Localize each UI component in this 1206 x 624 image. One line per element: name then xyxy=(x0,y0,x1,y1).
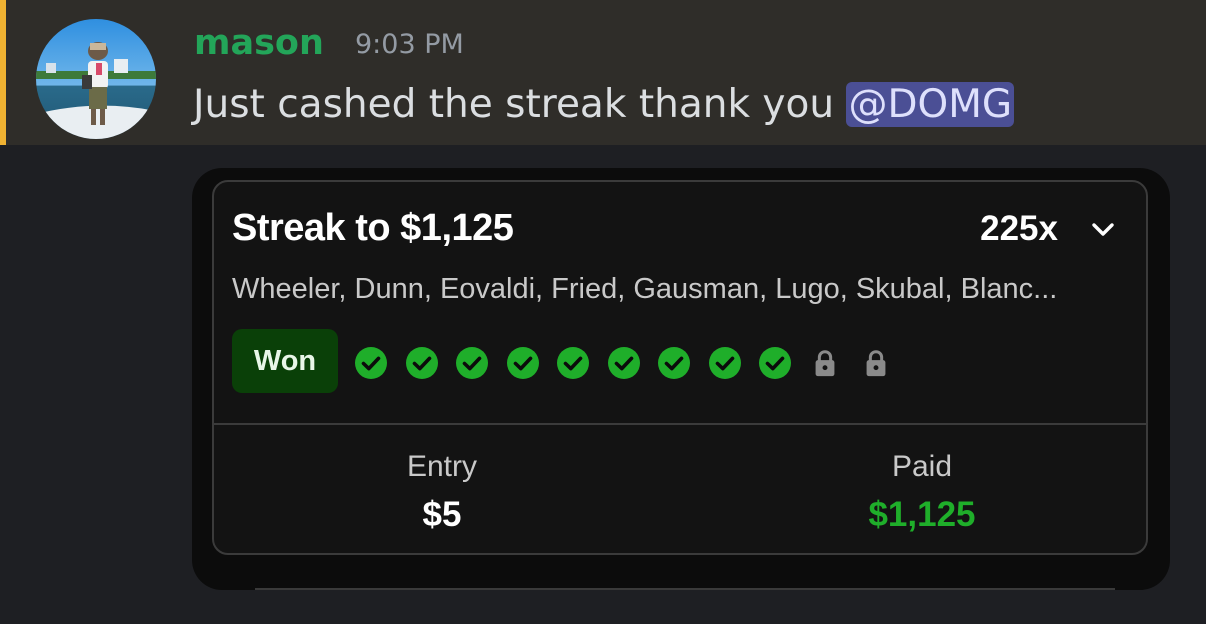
entry-value: $5 xyxy=(422,495,462,534)
leg-8-won xyxy=(708,346,742,380)
lock-icon xyxy=(866,350,885,377)
leg-5-won xyxy=(556,346,590,380)
card-divider xyxy=(214,423,1146,425)
check-circle-icon xyxy=(708,347,741,379)
check-circle-icon xyxy=(506,347,539,379)
timestamp: 9:03 PM xyxy=(355,29,464,60)
user-mention[interactable]: @DOMG xyxy=(846,82,1015,127)
chevron-down-icon[interactable] xyxy=(1090,218,1116,240)
leg-7-won xyxy=(657,346,691,380)
leg-4-won xyxy=(506,346,540,380)
embed-bottom-divider xyxy=(255,588,1115,590)
check-circle-icon xyxy=(759,347,791,379)
chat-message: mason 9:03 PM Just cashed the streak tha… xyxy=(0,0,1206,145)
mention-highlight-bar xyxy=(0,0,6,145)
check-circle-icon xyxy=(557,347,589,379)
check-circle-icon xyxy=(658,347,690,379)
leg-2-won xyxy=(405,346,439,380)
leg-11-locked xyxy=(860,346,892,380)
lock-icon xyxy=(815,350,834,377)
username[interactable]: mason xyxy=(194,22,324,64)
message-body: Just cashed the streak thank you xyxy=(193,82,847,127)
entry-label: Entry xyxy=(406,450,478,483)
leg-6-won xyxy=(607,346,641,380)
check-circle-icon xyxy=(607,347,640,379)
check-circle-icon xyxy=(355,347,387,379)
check-circle-icon xyxy=(456,347,488,379)
multiplier: 225x xyxy=(980,209,1058,248)
avatar[interactable] xyxy=(36,19,156,139)
avatar-photo-icon xyxy=(36,19,156,139)
message-text: Just cashed the streak thank you @DOMG xyxy=(193,81,1015,129)
status-badge: Won xyxy=(232,329,338,393)
card-title: Streak to $1,125 xyxy=(232,207,514,249)
leg-1-won xyxy=(354,346,388,380)
streak-card[interactable]: Streak to $1,125 225x Wheeler, Dunn, Eov… xyxy=(212,180,1148,555)
paid-value: $1,125 xyxy=(868,495,976,534)
leg-10-locked xyxy=(809,346,841,380)
leg-progress xyxy=(354,345,911,381)
paid-label: Paid xyxy=(891,450,953,483)
leg-9-won xyxy=(758,346,792,380)
player-list: Wheeler, Dunn, Eovaldi, Fried, Gausman, … xyxy=(232,273,1058,305)
check-circle-icon xyxy=(405,347,438,379)
leg-3-won xyxy=(455,346,489,380)
